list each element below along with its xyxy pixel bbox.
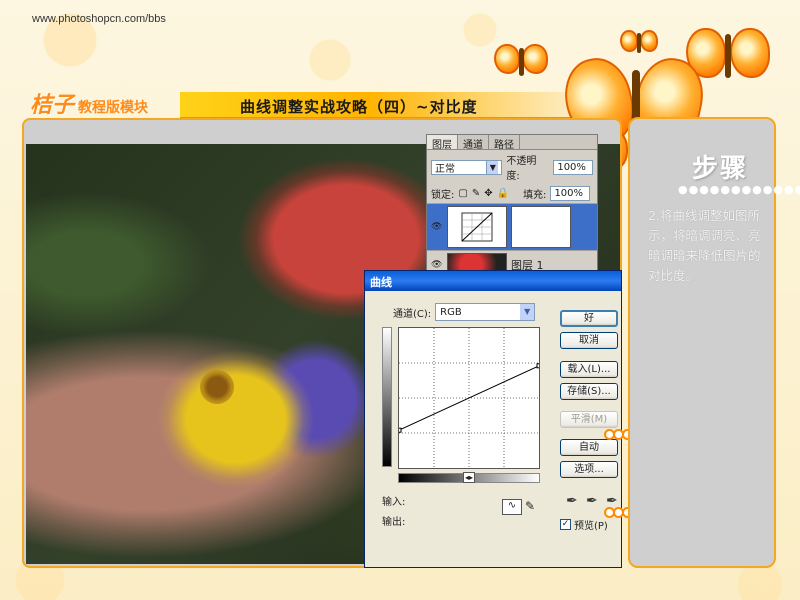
cancel-button[interactable]: 取消 [560,332,618,349]
preview-checkbox-row[interactable]: ✓ 预览(P) [560,517,608,532]
layers-panel: 图层 通道 路径 正常 ▼ 不透明度: 100% 锁定: ▢ ✎ ✥ 🔒 填充:… [426,134,598,280]
fill-label: 填充: [523,190,547,201]
output-gradient-bar [382,327,392,467]
dots-divider: ●●●●●●●●●●●● [678,183,800,196]
blend-mode-value: 正常 [435,163,455,175]
curve-control-point[interactable] [536,363,542,369]
swap-arrows-icon[interactable]: ◂▸ [463,472,476,483]
chevron-down-icon: ▼ [486,160,499,174]
chevron-down-icon: ▼ [520,304,535,320]
channel-label: 通道(C): [393,308,432,320]
opacity-value: 100% [557,161,586,173]
preview-label: 预览(P) [574,521,608,532]
curve-tool-icon[interactable]: ∿ [502,499,522,515]
butterfly-small-icon [492,40,552,90]
page-title: 曲线调整实战攻略（四）~对比度 [240,98,478,116]
fill-value: 100% [554,188,584,199]
smooth-button[interactable]: 平滑(M) [560,411,618,428]
opacity-label: 不透明度: [506,156,537,182]
curve-control-point[interactable] [396,427,402,433]
lock-paint-icon[interactable]: ✎ [472,188,480,199]
tab-channels[interactable]: 通道 [458,135,489,151]
visibility-eye-icon[interactable]: 👁 [431,260,443,270]
lock-all-icon[interactable]: 🔒 [497,188,509,199]
opacity-field[interactable]: 100% [553,159,594,175]
channel-select[interactable]: RGB ▼ [435,303,536,321]
brand-subtitle: 教程版模块 [78,100,149,116]
flower-center [200,370,234,404]
pencil-tool-icon[interactable]: ✎ [525,499,535,513]
blend-mode-select[interactable]: 正常 ▼ [431,159,503,175]
curves-layer-thumb [447,206,507,248]
lock-label: 锁定: [431,190,455,201]
fill-field[interactable]: 100% [550,186,591,201]
brand-logo: 桔子 教程版模块 [30,87,148,119]
ok-button[interactable]: 好 [560,310,618,327]
save-button[interactable]: 存储(S)... [560,383,618,400]
dialog-title: 曲线 [365,271,621,291]
lock-transparency-icon[interactable]: ▢ [458,188,467,199]
visibility-eye-icon[interactable]: 👁 [431,222,443,232]
layer-mask-thumb [511,206,571,248]
curve-graph[interactable] [396,327,542,469]
input-label: 输入: [382,497,406,508]
tab-paths[interactable]: 路径 [489,135,520,151]
output-label: 输出: [382,517,406,528]
channel-value: RGB [440,306,462,318]
step-instruction: 2.将曲线调整如图所示，将暗调调亮、亮暗调暗来降低图片的对比度。 [648,208,761,283]
lock-move-icon[interactable]: ✥ [484,188,492,199]
preview-checkbox[interactable]: ✓ [560,519,571,530]
black-eyedropper-icon[interactable]: ✒ [566,493,578,509]
steps-heading: 步骤 [692,154,749,184]
options-button[interactable]: 选项... [560,461,618,478]
gray-eyedropper-icon[interactable]: ✒ [586,493,598,509]
load-button[interactable]: 载入(L)... [560,361,618,378]
tab-layers[interactable]: 图层 [427,135,458,151]
layer-curves-adjustment[interactable]: 👁 [427,203,597,250]
site-url[interactable]: www.photoshopcn.com/bbs [32,13,166,25]
input-gradient-bar: ◂▸ [398,472,540,483]
layers-panel-tabs: 图层 通道 路径 [427,135,597,151]
auto-button[interactable]: 自动 [560,439,618,456]
brand-name: 桔子 [30,92,75,118]
